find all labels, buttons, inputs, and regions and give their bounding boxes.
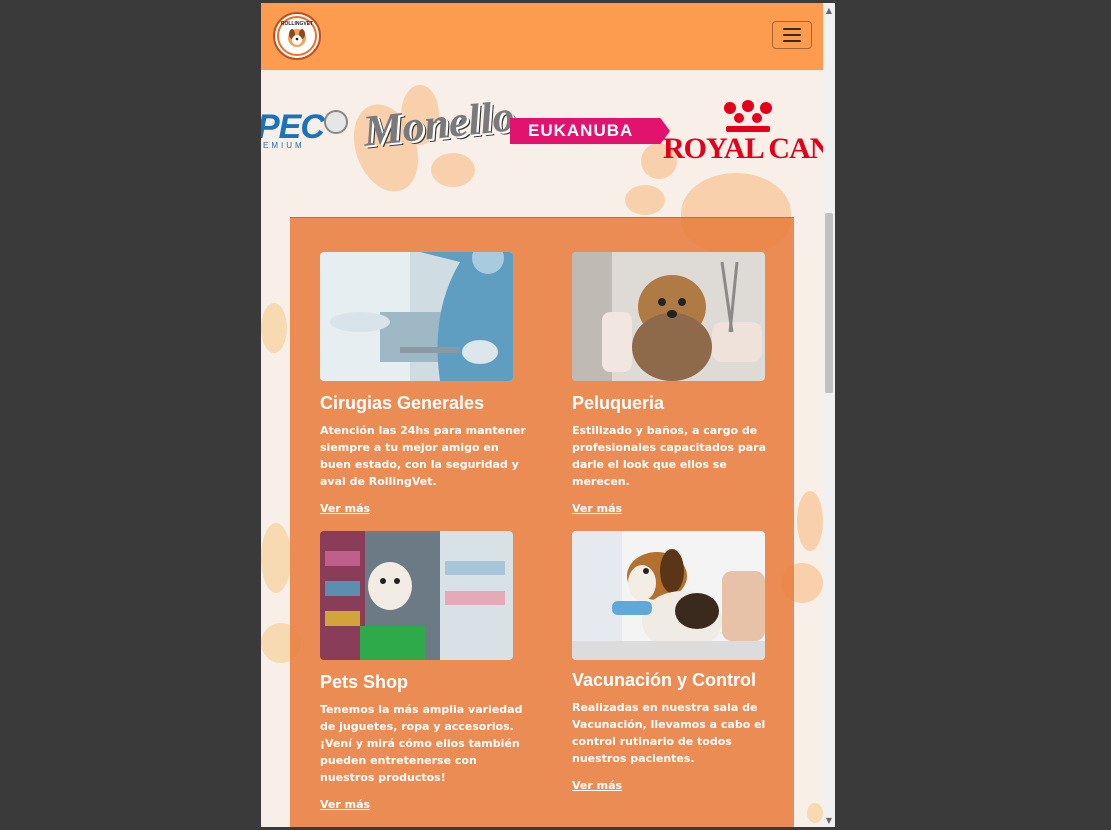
paw-print-decoration bbox=[797, 491, 823, 551]
service-title: Peluqueria bbox=[572, 393, 665, 413]
paw-print-decoration bbox=[261, 523, 291, 593]
service-title: Cirugias Generales bbox=[320, 393, 485, 413]
service-title: Vacunación y Control bbox=[572, 670, 757, 690]
brand-logo-eukanuba: EUKANUBA bbox=[510, 118, 670, 144]
brand-emblem-icon bbox=[324, 110, 348, 134]
vaccination-photo bbox=[572, 531, 765, 660]
scrollbar-thumb[interactable] bbox=[825, 213, 833, 393]
paw-print-decoration bbox=[261, 303, 287, 353]
hamburger-icon bbox=[783, 34, 801, 36]
service-description: Tenemos la más amplia variedad de juguet… bbox=[320, 703, 523, 784]
brand-logos-carousel: PEC EMIUM Monello EUKANUBA ROYAL CANIN bbox=[261, 70, 823, 210]
navbar-toggler-button[interactable] bbox=[772, 21, 812, 49]
ver-mas-link[interactable]: Ver más bbox=[572, 779, 622, 792]
vertical-scrollbar[interactable]: ▲ ▼ bbox=[823, 3, 835, 827]
service-description: Atención las 24hs para mantener siempre … bbox=[320, 424, 526, 488]
ver-mas-link[interactable]: Ver más bbox=[320, 798, 370, 811]
grooming-photo bbox=[572, 252, 765, 381]
paw-print-decoration bbox=[807, 803, 823, 823]
scroll-up-icon[interactable]: ▲ bbox=[823, 3, 835, 17]
service-card-grooming: Peluqueria Estilizado y baños, a cargo d… bbox=[572, 252, 782, 516]
pet-shop-photo bbox=[320, 531, 513, 660]
brand-logo-monello: Monello bbox=[360, 91, 517, 156]
hamburger-icon bbox=[783, 28, 801, 30]
browser-viewport: ROLLINGVET PEC EMIUM Monello EUKANUBA RO… bbox=[261, 3, 835, 827]
service-card-surgery: Cirugias Generales Atención las 24hs par… bbox=[320, 252, 530, 516]
royal-canin-crown-icon bbox=[724, 100, 772, 132]
service-card-vaccination: Vacunación y Control Realizadas en nuest… bbox=[572, 531, 782, 793]
service-description: Realizadas en nuestra sala de Vacunación… bbox=[572, 701, 766, 765]
scroll-down-icon[interactable]: ▼ bbox=[823, 813, 835, 827]
brand-logo-pec-sub: EMIUM bbox=[263, 141, 305, 150]
surgery-photo bbox=[320, 252, 513, 381]
rollingvet-logo[interactable]: ROLLINGVET bbox=[273, 12, 321, 60]
brand-logo-royal-canin: ROYAL CANIN bbox=[663, 132, 823, 165]
service-description: Estilizado y baños, a cargo de profesion… bbox=[572, 424, 767, 488]
ver-mas-link[interactable]: Ver más bbox=[320, 502, 370, 515]
hamburger-icon bbox=[783, 40, 801, 42]
services-section: Cirugias Generales Atención las 24hs par… bbox=[290, 217, 794, 827]
ver-mas-link[interactable]: Ver más bbox=[572, 502, 622, 515]
service-title: Pets Shop bbox=[320, 672, 409, 692]
service-card-pet-shop: Pets Shop Tenemos la más amplia variedad… bbox=[320, 531, 530, 812]
logo-brand-text: ROLLINGVET bbox=[281, 21, 313, 27]
navbar: ROLLINGVET bbox=[261, 3, 823, 70]
dog-logo-icon: ROLLINGVET bbox=[277, 16, 317, 56]
